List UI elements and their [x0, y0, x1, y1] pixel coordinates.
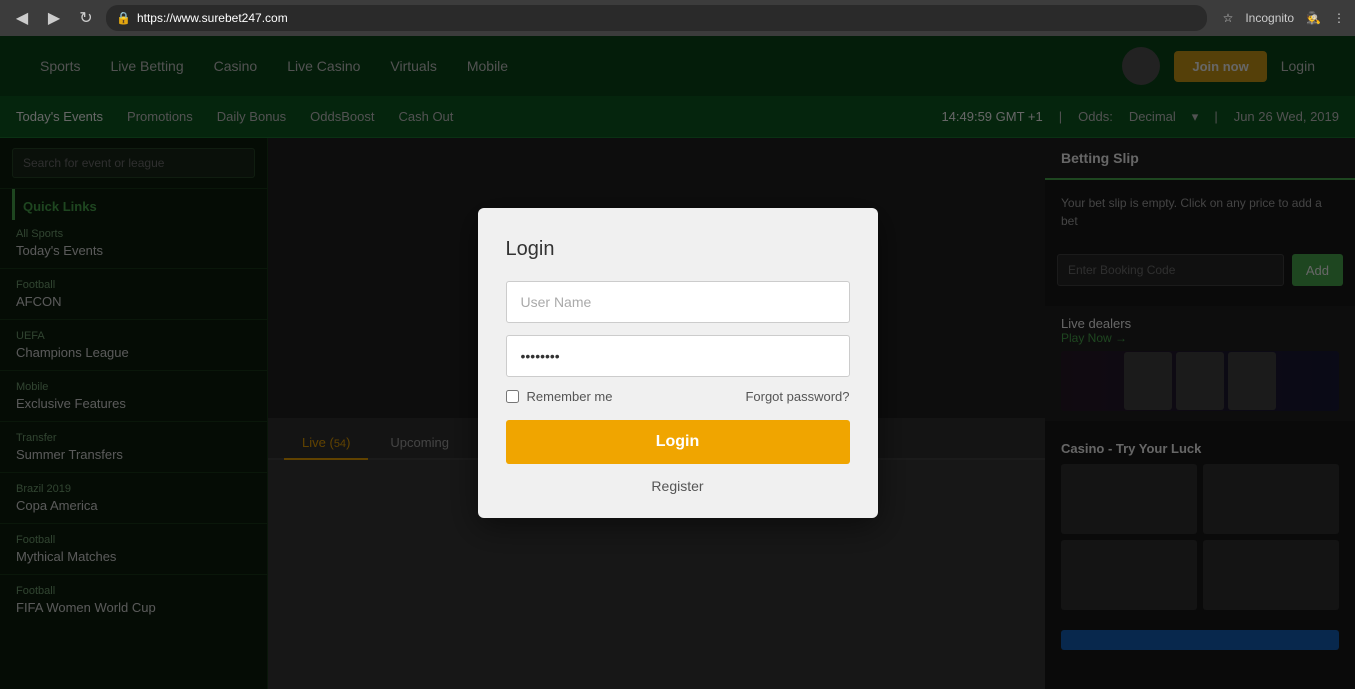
username-input[interactable] — [506, 281, 850, 323]
reload-button[interactable]: ↻ — [74, 6, 98, 30]
modal-title: Login — [506, 238, 850, 261]
url-bar[interactable]: 🔒 https://www.surebet247.com — [106, 5, 1207, 31]
menu-icon[interactable]: ⋮ — [1333, 11, 1345, 25]
forward-button[interactable]: ▶ — [42, 6, 66, 30]
url-text: https://www.surebet247.com — [137, 11, 288, 25]
back-button[interactable]: ◀ — [10, 6, 34, 30]
incognito-icon: 🕵 — [1306, 11, 1321, 25]
register-link[interactable]: Register — [506, 478, 850, 494]
login-modal: Login Remember me Forgot password? Login… — [478, 208, 878, 518]
modal-options-row: Remember me Forgot password? — [506, 389, 850, 404]
browser-bar: ◀ ▶ ↻ 🔒 https://www.surebet247.com ☆ Inc… — [0, 0, 1355, 36]
password-input[interactable] — [506, 335, 850, 377]
forgot-password-link[interactable]: Forgot password? — [745, 389, 849, 404]
remember-me-checkbox[interactable] — [506, 390, 519, 403]
star-icon[interactable]: ☆ — [1223, 11, 1234, 25]
lock-icon: 🔒 — [116, 11, 131, 25]
remember-me-label: Remember me — [506, 389, 613, 404]
modal-overlay: Login Remember me Forgot password? Login… — [0, 36, 1355, 689]
login-submit-button[interactable]: Login — [506, 420, 850, 464]
incognito-label: Incognito — [1245, 11, 1294, 25]
